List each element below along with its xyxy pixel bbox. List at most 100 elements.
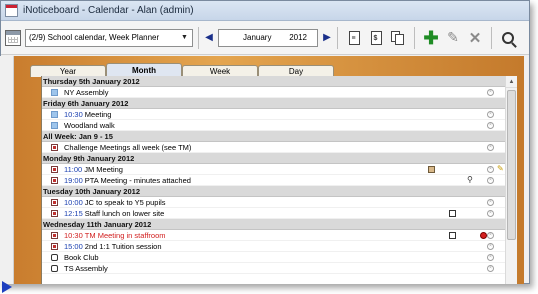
date-header-label: All Week: Jan 9 - 15 [43, 131, 113, 141]
event-row[interactable]: 10:00 JC to speak to Y5 pupils × [42, 197, 517, 208]
vertical-scrollbar[interactable]: ▲ [505, 76, 517, 284]
document-icon [51, 165, 58, 173]
document-icon [51, 143, 58, 151]
blue-square-icon [51, 88, 58, 96]
scrollbar-thumb[interactable] [507, 90, 516, 240]
scroll-up-icon[interactable]: ▲ [506, 76, 517, 88]
delete-circle-icon[interactable]: × [487, 243, 494, 250]
delete-event-button[interactable]: ✕ [466, 28, 484, 48]
event-list: Thursday 5th January 2012 NY Assembly × Fri… [41, 76, 517, 284]
date-header-label: Friday 6th January 2012 [43, 98, 129, 108]
blue-square-icon [51, 121, 58, 129]
event-row[interactable]: Book Club × [42, 252, 517, 263]
delete-circle-icon[interactable]: × [487, 111, 494, 118]
toolbar-separator [198, 26, 199, 49]
document-icon: ≡ [348, 30, 360, 45]
document-icon [51, 176, 58, 184]
date-header: Thursday 5th January 2012 [42, 76, 517, 87]
date-header: All Week: Jan 9 - 15 [42, 131, 517, 142]
search-button[interactable] [499, 28, 517, 48]
date-header-label: Thursday 5th January 2012 [43, 76, 140, 86]
tab-month[interactable]: Month [106, 63, 182, 77]
print-document-button[interactable]: ≡ [345, 28, 363, 48]
year-value: 2012 [289, 33, 307, 42]
delete-x-icon: ✕ [468, 29, 482, 47]
calendar-item-icon[interactable] [449, 210, 456, 217]
date-header: Tuesday 10th January 2012 [42, 186, 517, 197]
document-icon [51, 242, 58, 250]
toolbar-separator [491, 26, 492, 49]
delete-circle-icon[interactable]: × [487, 89, 494, 96]
date-header: Wednesday 11th January 2012 [42, 219, 517, 230]
delete-circle-icon[interactable]: × [487, 265, 494, 272]
recurring-icon [51, 264, 58, 272]
current-row-arrow-icon [2, 281, 12, 293]
search-icon [502, 31, 514, 44]
event-title: TS Assembly [64, 263, 108, 273]
toolbar-separator [337, 26, 338, 49]
toolbar-separator [414, 26, 415, 49]
calendar-icon[interactable] [5, 29, 21, 46]
event-title: Staff lunch on lower site [84, 208, 165, 218]
view-tabs: Year Month Week Day [30, 63, 334, 77]
delete-circle-icon[interactable]: × [487, 166, 494, 173]
window-title: iNoticeboard - Calendar - Alan (admin) [23, 5, 194, 16]
event-row[interactable]: 10:30 Meeting × [42, 109, 517, 120]
left-rail [0, 56, 14, 293]
event-title: NY Assembly [64, 87, 109, 97]
delete-circle-icon[interactable]: × [487, 199, 494, 206]
document-icon [51, 209, 58, 217]
event-row[interactable]: 19:00 PTA Meeting - minutes attached ⚲ × [42, 175, 517, 186]
event-row[interactable]: 11:00 JM Meeting ✎ × [42, 164, 517, 175]
delete-circle-icon[interactable]: × [487, 177, 494, 184]
event-row[interactable]: 10:30 TM Meeting in staffroom × [42, 230, 517, 241]
date-header-label: Tuesday 10th January 2012 [43, 186, 140, 196]
event-time: 10:00 [64, 197, 83, 207]
previous-month-arrow-icon[interactable]: ◀ [204, 32, 214, 43]
currency-document-button[interactable]: $ [367, 28, 385, 48]
event-row[interactable]: TS Assembly × [42, 263, 517, 274]
event-row[interactable]: Woodland walk × [42, 120, 517, 131]
event-time: 19:00 [64, 175, 83, 185]
event-time: 10:30 [64, 230, 83, 240]
plus-icon: ✚ [423, 27, 439, 48]
event-row[interactable]: 15:00 2nd 1:1 Tuition session × [42, 241, 517, 252]
title-bar: iNoticeboard - Calendar - Alan (admin) [1, 1, 529, 21]
date-header-label: Wednesday 11th January 2012 [43, 219, 152, 229]
date-header: Friday 6th January 2012 [42, 98, 517, 109]
recurring-icon [51, 253, 58, 261]
event-title: Meeting [84, 109, 112, 119]
add-event-button[interactable]: ✚ [422, 28, 440, 48]
month-year-field[interactable]: January 2012 [218, 28, 318, 47]
event-time: 11:00 [64, 164, 83, 174]
calendar-item-icon[interactable] [449, 232, 456, 239]
delete-circle-icon[interactable]: × [487, 232, 494, 239]
event-row[interactable]: 12:15 Staff lunch on lower site × [42, 208, 517, 219]
delete-circle-icon[interactable]: × [487, 210, 494, 217]
delete-circle-icon[interactable]: × [487, 144, 494, 151]
delete-circle-icon[interactable]: × [487, 254, 494, 261]
event-time: 15:00 [64, 241, 83, 251]
toolbar: (2/9) School calendar, Week Planner ▼ ◀ … [1, 21, 529, 55]
next-month-arrow-icon[interactable]: ▶ [322, 32, 332, 43]
event-title: Challenge Meetings all week (see TM) [64, 142, 192, 152]
event-title: PTA Meeting - minutes attached [84, 175, 191, 185]
date-header: Monday 9th January 2012 [42, 153, 517, 164]
delete-circle-icon[interactable]: × [487, 122, 494, 129]
event-title: TM Meeting in staffroom [84, 230, 166, 240]
attachment-icon[interactable]: ⚲ [467, 175, 473, 184]
red-dot-icon[interactable] [480, 232, 487, 239]
note-icon[interactable] [428, 166, 435, 173]
event-title: Woodland walk [64, 120, 115, 130]
pencil-icon[interactable]: ✎ [497, 164, 504, 173]
blue-square-icon [51, 110, 58, 118]
calendar-select[interactable]: (2/9) School calendar, Week Planner ▼ [25, 28, 193, 47]
event-row[interactable]: Challenge Meetings all week (see TM) × [42, 142, 517, 153]
event-title: JM Meeting [84, 164, 123, 174]
event-row[interactable]: NY Assembly × [42, 87, 517, 98]
copy-pages-icon [391, 30, 405, 45]
edit-event-button[interactable]: ✎ [444, 28, 462, 48]
copy-button[interactable] [389, 28, 407, 48]
event-time: 12:15 [64, 208, 83, 218]
chevron-down-icon[interactable]: ▼ [179, 32, 190, 44]
